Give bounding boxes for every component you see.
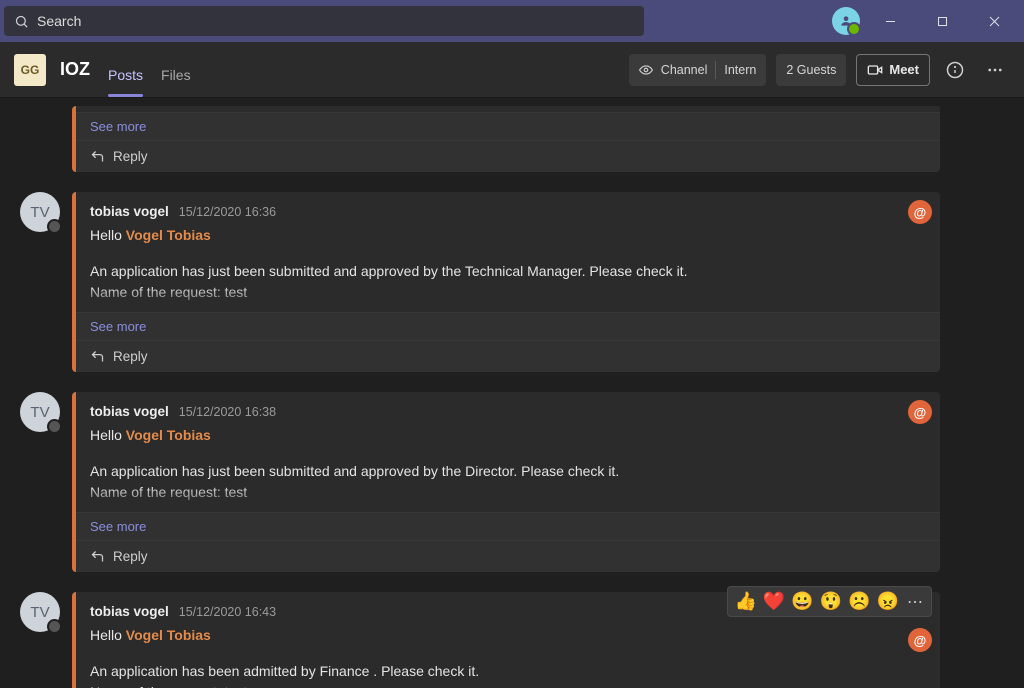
meet-label: Meet <box>889 62 919 77</box>
post-card: See more Reply <box>72 106 940 172</box>
post-line: Name of the request: test <box>90 482 924 504</box>
see-more-link[interactable]: See more <box>76 512 940 540</box>
reaction-laugh[interactable]: 😀 <box>791 591 813 612</box>
post-timestamp: 15/12/2020 16:36 <box>179 203 276 222</box>
greeting-text: Hello <box>90 227 122 243</box>
reply-icon <box>90 349 105 364</box>
reply-label: Reply <box>113 549 148 564</box>
reply-button[interactable]: Reply <box>76 140 940 172</box>
team-tile[interactable]: GG <box>14 54 46 86</box>
post-timestamp: 15/12/2020 16:38 <box>179 403 276 422</box>
post-author[interactable]: tobias vogel <box>90 602 169 623</box>
post-line <box>90 304 924 312</box>
info-icon <box>946 61 964 79</box>
window-maximize-button[interactable] <box>920 0 964 42</box>
eye-icon <box>639 63 653 77</box>
tab-files[interactable]: Files <box>161 67 191 97</box>
post-line <box>90 504 924 512</box>
user-mention[interactable]: Vogel Tobias <box>126 627 211 643</box>
reply-button[interactable]: Reply <box>76 540 940 572</box>
post-author[interactable]: tobias vogel <box>90 402 169 423</box>
post-row: TV @ tobias vogel 15/12/2020 16:38 Hello… <box>20 392 940 572</box>
post-line: An application has just been submitted a… <box>90 261 924 283</box>
search-placeholder: Search <box>37 13 81 29</box>
maximize-icon <box>937 16 948 27</box>
reaction-angry[interactable]: 😠 <box>877 591 899 612</box>
window-minimize-button[interactable] <box>868 0 912 42</box>
reaction-like[interactable]: 👍 <box>734 591 756 612</box>
more-button[interactable] <box>980 55 1010 85</box>
video-icon <box>867 62 883 78</box>
reply-label: Reply <box>113 349 148 364</box>
channel-label: Channel <box>661 63 708 77</box>
see-more-link[interactable]: See more <box>76 112 940 140</box>
greeting-text: Hello <box>90 427 122 443</box>
post-line: Name of the request: test <box>90 682 924 688</box>
reaction-bar: 👍 ❤️ 😀 😲 ☹️ 😠 ⋯ <box>727 586 932 617</box>
reaction-heart[interactable]: ❤️ <box>763 591 785 612</box>
minimize-icon <box>885 16 896 27</box>
reaction-surprised[interactable]: 😲 <box>820 591 842 612</box>
reply-button[interactable]: Reply <box>76 340 940 372</box>
author-avatar[interactable]: TV <box>20 392 60 432</box>
reaction-sad[interactable]: ☹️ <box>848 591 870 612</box>
greeting-text: Hello <box>90 627 122 643</box>
user-mention[interactable]: Vogel Tobias <box>126 427 211 443</box>
reply-icon <box>90 549 105 564</box>
team-name: IOZ <box>60 59 90 80</box>
info-button[interactable] <box>940 55 970 85</box>
tab-posts[interactable]: Posts <box>108 67 143 97</box>
close-icon <box>989 16 1000 27</box>
guests-count: 2 Guests <box>786 63 836 77</box>
window-close-button[interactable] <box>972 0 1016 42</box>
post-card: @ tobias vogel 15/12/2020 16:38 Hello Vo… <box>72 392 940 572</box>
channel-intern: Intern <box>724 63 756 77</box>
author-avatar[interactable]: TV <box>20 192 60 232</box>
channel-info-pill[interactable]: Channel Intern <box>629 54 767 86</box>
reply-label: Reply <box>113 149 148 164</box>
post-line: Name of the request: test <box>90 282 924 304</box>
current-user-avatar[interactable] <box>832 7 860 35</box>
search-icon <box>14 14 29 29</box>
post-timestamp: 15/12/2020 16:43 <box>179 603 276 622</box>
search-input[interactable]: Search <box>4 6 644 36</box>
more-icon <box>986 61 1004 79</box>
mention-badge[interactable]: @ <box>908 628 932 652</box>
person-icon <box>839 14 853 28</box>
user-mention[interactable]: Vogel Tobias <box>126 227 211 243</box>
post-author[interactable]: tobias vogel <box>90 202 169 223</box>
author-avatar[interactable]: TV <box>20 592 60 632</box>
channel-tabs: Posts Files <box>108 42 191 97</box>
post-row: TV @ 👍 ❤️ 😀 😲 ☹️ 😠 ⋯ tobias vogel 15/12/… <box>20 592 940 688</box>
reaction-more-button[interactable]: ⋯ <box>905 592 925 612</box>
post-line: An application has just been submitted a… <box>90 461 924 483</box>
see-more-link[interactable]: See more <box>76 312 940 340</box>
meet-button[interactable]: Meet <box>856 54 930 86</box>
guests-pill[interactable]: 2 Guests <box>776 54 846 86</box>
reply-icon <box>90 149 105 164</box>
titlebar: Search <box>0 0 1024 42</box>
channel-header: GG IOZ Posts Files Channel Intern 2 Gues… <box>0 42 1024 98</box>
post-card: @ 👍 ❤️ 😀 😲 ☹️ 😠 ⋯ tobias vogel 15/12/202… <box>72 592 940 688</box>
posts-feed: See more Reply TV @ tobias vogel 15/12/2… <box>0 98 1024 688</box>
post-card: @ tobias vogel 15/12/2020 16:36 Hello Vo… <box>72 192 940 372</box>
post-row: TV @ tobias vogel 15/12/2020 16:36 Hello… <box>20 192 940 372</box>
post-line: An application has been admitted by Fina… <box>90 661 924 683</box>
